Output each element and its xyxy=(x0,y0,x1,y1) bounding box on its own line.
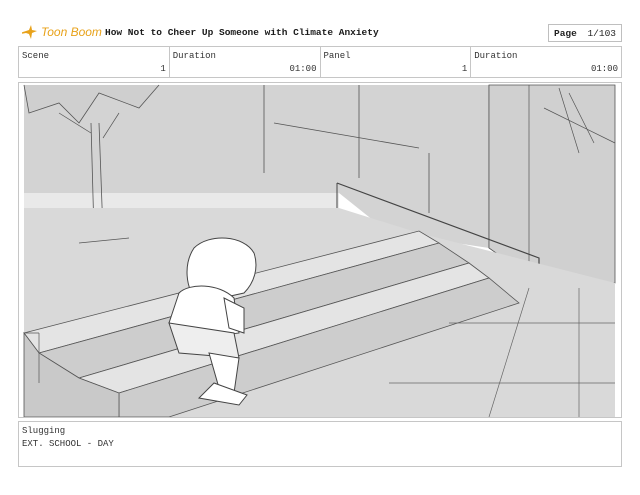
brand-name: Toon Boom xyxy=(41,25,102,39)
page-indicator: Page 1/103 xyxy=(548,24,622,42)
page-label: Page xyxy=(554,27,577,39)
panel-cell: Panel 1 xyxy=(321,47,472,77)
toon-boom-logo: Toon Boom xyxy=(22,22,102,42)
scene-cell: Scene 1 xyxy=(19,47,170,77)
slugging-box[interactable]: Slugging EXT. SCHOOL - DAY xyxy=(18,421,622,467)
storyboard-header: Toon Boom How Not to Cheer Up Someone wi… xyxy=(18,20,622,44)
storyboard-panel[interactable] xyxy=(18,82,622,418)
slugging-text: EXT. SCHOOL - DAY xyxy=(22,439,114,449)
scene-duration-value: 01:00 xyxy=(289,64,317,74)
scene-label: Scene xyxy=(22,51,50,61)
document-title: How Not to Cheer Up Someone with Climate… xyxy=(105,27,379,38)
scene-duration-label: Duration xyxy=(172,51,216,61)
panel-duration-value: 01:00 xyxy=(590,64,618,74)
sketch-drawing xyxy=(19,83,621,417)
scene-duration-cell: Duration 01:00 xyxy=(170,47,321,77)
page-value: 1/103 xyxy=(587,27,616,39)
panel-duration-label: Duration xyxy=(474,51,518,61)
panel-info-row: Scene 1 Duration 01:00 Panel 1 Duration … xyxy=(18,46,622,78)
panel-label: Panel xyxy=(323,51,351,61)
slugging-label: Slugging xyxy=(22,426,66,436)
toon-boom-star-icon xyxy=(22,25,37,39)
scene-value: 1 xyxy=(160,64,166,74)
panel-duration-cell: Duration 01:00 xyxy=(471,47,621,77)
panel-value: 1 xyxy=(461,64,468,74)
